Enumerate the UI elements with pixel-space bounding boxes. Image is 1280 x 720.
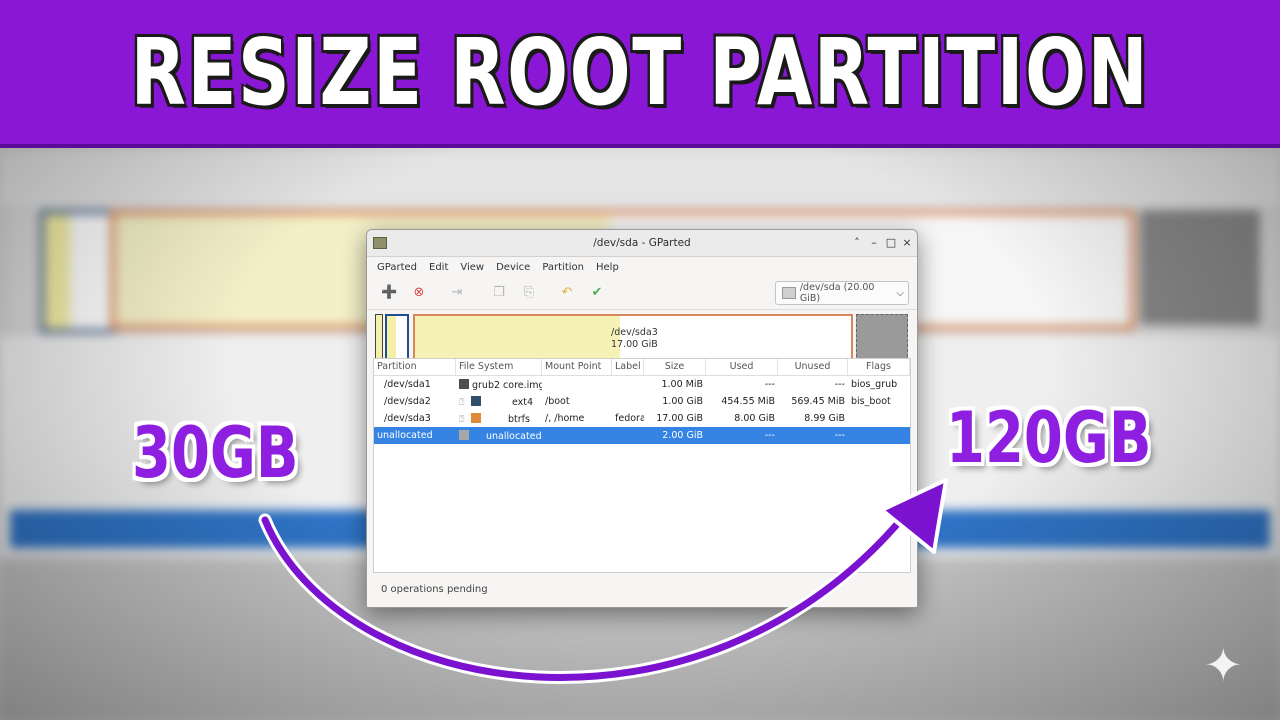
menu-help[interactable]: Help: [590, 262, 625, 273]
window-title: /dev/sda - GParted: [593, 237, 691, 249]
cell-unused: ---: [834, 379, 845, 390]
disk-map-sda2[interactable]: [385, 314, 409, 362]
col-size[interactable]: Size: [644, 359, 706, 375]
col-used[interactable]: Used: [706, 359, 778, 375]
new-partition-icon[interactable]: ➕: [381, 285, 397, 301]
cell-size: 17.00 GiB: [656, 413, 703, 424]
cell-flags: [848, 410, 910, 427]
menu-partition[interactable]: Partition: [536, 262, 590, 273]
fs-name: btrfs: [508, 414, 530, 425]
device-selector[interactable]: /dev/sda (20.00 GiB) ⌵: [775, 281, 909, 305]
cell-file-system: ⍰ ext4: [456, 393, 542, 410]
status-bar: 0 operations pending: [381, 584, 488, 595]
col-partition[interactable]: Partition: [374, 359, 456, 375]
fs-color-swatch: [471, 396, 481, 406]
paste-icon[interactable]: ⎘: [521, 285, 537, 301]
cell-mount-point: /boot: [545, 396, 570, 407]
disk-map-sda3[interactable]: /dev/sda3 17.00 GiB: [413, 314, 853, 362]
banner-title: RESIZE ROOT PARTITION: [130, 18, 1150, 126]
cell-partition: /dev/sda3: [384, 413, 431, 424]
menu-device[interactable]: Device: [490, 262, 536, 273]
cell-label: [612, 427, 644, 444]
close-button[interactable]: ×: [900, 236, 914, 250]
apply-icon[interactable]: ✔: [589, 285, 605, 301]
table-row[interactable]: /dev/sda3 ⍰ btrfs /, /home fedora 17.00 G…: [374, 410, 910, 427]
disk-map-sda3-text: /dev/sda3 17.00 GiB: [611, 327, 658, 351]
table-row[interactable]: /dev/sda2 ⍰ ext4 /boot 1.00 GiB 454.55 Mi…: [374, 393, 910, 410]
chevron-down-icon: ⌵: [896, 287, 904, 299]
table-row[interactable]: /dev/sda1 grub2 core.img 1.00 MiB --- --…: [374, 376, 910, 393]
menu-gparted[interactable]: GParted: [371, 262, 423, 273]
disk-map-sda3-used: [415, 316, 620, 360]
menubar: GParted Edit View Device Partition Help: [367, 257, 917, 277]
resize-move-icon[interactable]: ⇥: [449, 285, 465, 301]
table-header: Partition File System Mount Point Label …: [374, 359, 910, 376]
col-file-system[interactable]: File System: [456, 359, 542, 375]
menu-edit[interactable]: Edit: [423, 262, 454, 273]
fs-name: grub2 core.img: [472, 380, 542, 391]
cell-file-system: ⍰ btrfs: [456, 410, 542, 427]
disk-map-sda3-name: /dev/sda3: [611, 327, 658, 338]
cell-flags: [848, 427, 910, 444]
disk-map-sda1[interactable]: [375, 314, 383, 364]
cell-label: [612, 376, 644, 393]
cell-used: ---: [764, 430, 775, 441]
cell-label: [612, 393, 644, 410]
disk-icon: [782, 287, 796, 299]
table-row-selected[interactable]: unallocated unallocated 2.00 GiB --- ---: [374, 427, 910, 444]
cell-file-system: grub2 core.img: [456, 376, 542, 393]
fs-color-swatch: [459, 430, 469, 440]
title-banner: RESIZE ROOT PARTITION: [0, 0, 1280, 148]
toolbar: ➕ ⊗ ⇥ ❐ ⎘ ↶ ✔ /dev/sda (20.00 GiB) ⌵: [367, 277, 917, 310]
shade-button[interactable]: ˄: [850, 236, 864, 250]
size-after-label: 120GB: [946, 397, 1152, 479]
cell-partition: unallocated: [377, 430, 433, 441]
device-selector-label: /dev/sda (20.00 GiB): [799, 282, 875, 304]
cell-size: 1.00 MiB: [661, 379, 703, 390]
disk-map: /dev/sda3 17.00 GiB: [367, 310, 917, 365]
fs-color-swatch: [471, 413, 481, 423]
fs-color-swatch: [459, 379, 469, 389]
col-label[interactable]: Label: [612, 359, 644, 375]
cell-mount-point: [542, 376, 612, 393]
cell-flags: bis_boot: [851, 396, 891, 407]
fs-name: unallocated: [486, 431, 542, 442]
cell-partition: /dev/sda2: [384, 396, 431, 407]
menu-view[interactable]: View: [454, 262, 490, 273]
sparkle-icon: ✦: [1204, 638, 1243, 692]
col-unused[interactable]: Unused: [778, 359, 848, 375]
copy-icon[interactable]: ❐: [491, 285, 507, 301]
col-mount-point[interactable]: Mount Point: [542, 359, 612, 375]
cell-partition: /dev/sda1: [384, 379, 431, 390]
cell-mount-point: /, /home: [545, 413, 585, 424]
key-icon: ⍰: [459, 398, 465, 408]
cell-size: 2.00 GiB: [662, 430, 703, 441]
cell-unused: 569.45 MiB: [791, 396, 845, 407]
undo-icon[interactable]: ↶: [559, 285, 575, 301]
minimize-button[interactable]: –: [867, 236, 881, 250]
cell-file-system: unallocated: [456, 427, 542, 444]
size-before-label: 30GB: [132, 412, 299, 494]
cell-size: 1.00 GiB: [662, 396, 703, 407]
cell-used: 8.00 GiB: [734, 413, 775, 424]
delete-partition-icon[interactable]: ⊗: [411, 285, 427, 301]
gparted-window: /dev/sda - GParted ˄ – □ × GParted Edit …: [366, 229, 918, 608]
cell-used: 454.55 MiB: [721, 396, 775, 407]
cell-unused: ---: [834, 430, 845, 441]
partition-table: Partition File System Mount Point Label …: [373, 358, 911, 573]
disk-map-unallocated[interactable]: [856, 314, 908, 362]
cell-flags: bios_grub: [851, 379, 898, 390]
cell-unused: 8.99 GiB: [804, 413, 845, 424]
fs-name: ext4: [512, 397, 534, 408]
maximize-button[interactable]: □: [884, 236, 898, 250]
col-flags[interactable]: Flags: [848, 359, 910, 375]
cell-used: ---: [764, 379, 775, 390]
key-icon: ⍰: [459, 415, 465, 425]
window-titlebar[interactable]: /dev/sda - GParted ˄ – □ ×: [367, 230, 917, 257]
disk-map-sda3-size: 17.00 GiB: [611, 339, 658, 350]
cell-mount-point: [542, 427, 612, 444]
cell-label: fedora: [615, 413, 644, 424]
